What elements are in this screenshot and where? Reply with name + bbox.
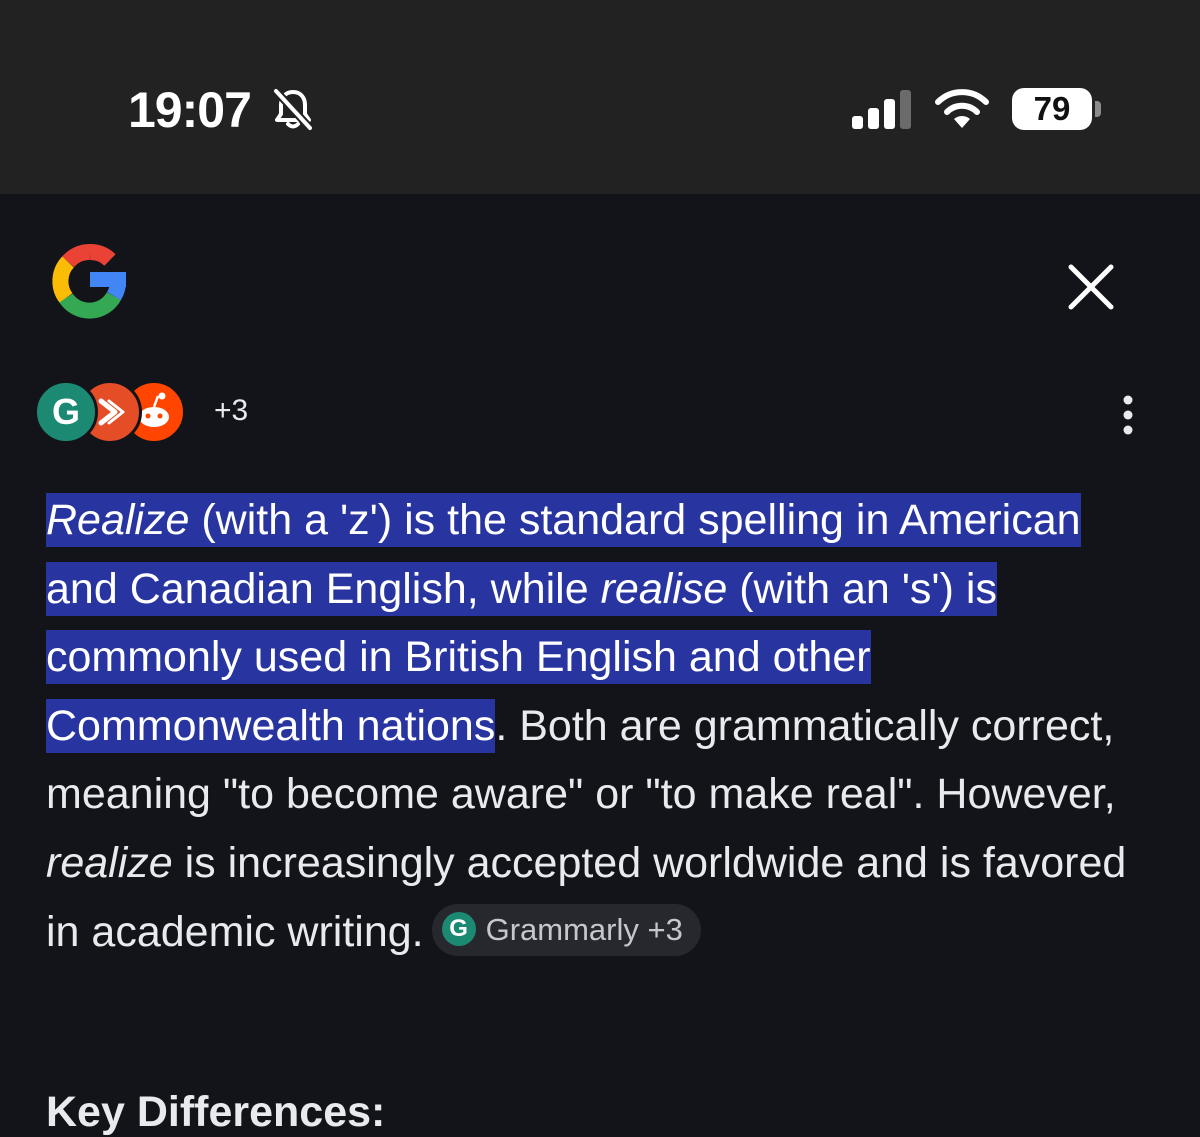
bell-muted-icon	[273, 88, 313, 131]
battery-tip	[1095, 101, 1101, 117]
wifi-icon	[935, 89, 989, 128]
google-logo-icon	[52, 244, 126, 319]
ai-answer-paragraph: Realize (with a 'z') is the standard spe…	[46, 486, 1156, 966]
answer-italic-realise: realise	[600, 564, 728, 613]
grammarly-chip-icon: G	[441, 912, 476, 947]
answer-italic-realize-2: realize	[46, 838, 173, 887]
more-options-icon[interactable]	[1116, 394, 1140, 436]
citation-chip-label: Grammarly +3	[485, 912, 683, 948]
sources-more-count: +3	[214, 394, 249, 427]
battery-level: 79	[1012, 88, 1092, 130]
grammarly-source-icon: G	[34, 380, 98, 444]
close-icon[interactable]	[1064, 260, 1118, 314]
citation-chip[interactable]: G Grammarly +3	[431, 904, 701, 957]
source-avatars[interactable]: G +3	[34, 380, 294, 444]
status-bar: 19:07 79	[0, 0, 1200, 194]
cellular-signal-icon	[852, 90, 911, 129]
status-time: 19:07	[128, 82, 252, 138]
answer-italic-realize: Realize	[46, 496, 190, 544]
section-heading: Key Differences:	[46, 1088, 386, 1136]
